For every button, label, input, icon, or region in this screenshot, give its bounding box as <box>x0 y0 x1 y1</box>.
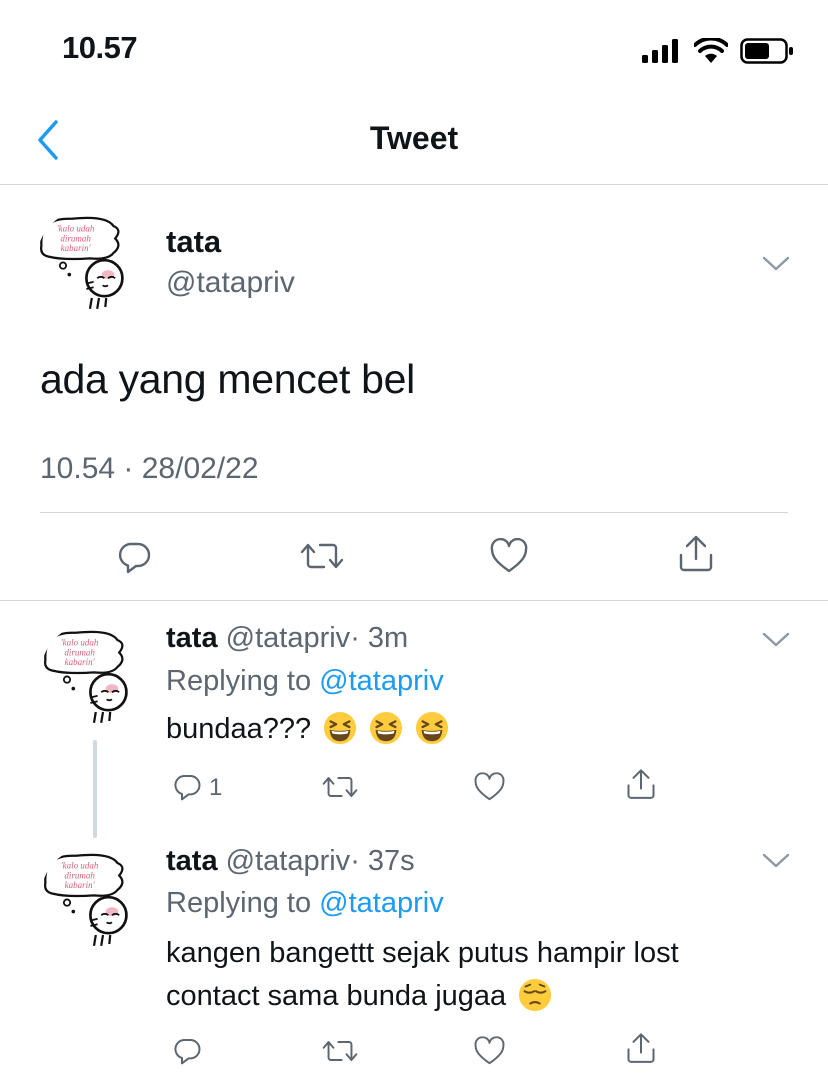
reply-icon[interactable] <box>172 770 202 802</box>
retweet-icon[interactable] <box>300 538 344 574</box>
avatar[interactable] <box>36 208 144 316</box>
reply-icon[interactable] <box>116 537 152 575</box>
chevron-down-icon[interactable] <box>762 632 790 648</box>
header-divider <box>0 184 828 185</box>
tweet-timestamp[interactable]: 10.54 · 28/02/22 <box>40 452 259 486</box>
grinning-squinting-face-icon <box>369 711 403 745</box>
avatar[interactable] <box>40 622 148 730</box>
replying-prefix: Replying to <box>166 665 320 697</box>
battery-icon <box>740 38 793 64</box>
reply-header[interactable]: tata @tatapriv· 3m <box>166 622 408 655</box>
reply-text: kangen bangettt sejak putus hampir lost … <box>166 932 679 1018</box>
replying-prefix: Replying to <box>166 887 320 919</box>
grinning-squinting-face-icon <box>323 711 357 745</box>
meta-divider <box>40 512 788 513</box>
replying-to-link[interactable]: @tatapriv <box>319 665 444 697</box>
author-handle[interactable]: @tatapriv <box>226 622 351 654</box>
like-icon[interactable] <box>490 538 528 574</box>
wifi-icon <box>694 38 728 63</box>
status-icons <box>642 38 794 64</box>
thread-line <box>93 740 97 838</box>
reply-text-content: bundaa??? <box>166 713 312 745</box>
reply-text-line: kangen bangettt sejak putus hampir lost <box>166 937 679 969</box>
like-icon[interactable] <box>474 772 505 802</box>
chevron-down-icon[interactable] <box>762 256 790 272</box>
status-time: 10.57 <box>62 30 138 65</box>
reply-icon[interactable] <box>172 1034 202 1066</box>
reply-text: bundaa??? <box>166 708 449 751</box>
signal-icon <box>642 39 678 63</box>
replying-to: Replying to @tatapriv <box>166 887 444 920</box>
reply-text-line: contact sama bunda jugaa <box>166 975 679 1018</box>
reply-time: · 37s <box>350 845 415 877</box>
reply-header[interactable]: tata @tatapriv· 37s <box>166 845 415 878</box>
retweet-icon[interactable] <box>322 1036 358 1066</box>
replying-to-link[interactable]: @tatapriv <box>319 887 444 919</box>
replying-to: Replying to @tatapriv <box>166 665 444 698</box>
like-icon[interactable] <box>474 1036 505 1066</box>
chevron-down-icon[interactable] <box>762 853 790 869</box>
share-icon[interactable] <box>626 1032 656 1065</box>
author-handle[interactable]: @tatapriv <box>226 845 351 877</box>
author-name[interactable]: tata <box>166 224 221 260</box>
reply-time: · 3m <box>350 622 409 654</box>
share-icon[interactable] <box>678 534 714 574</box>
pensive-face-icon <box>518 978 552 1012</box>
retweet-icon[interactable] <box>322 772 358 802</box>
share-icon[interactable] <box>626 768 656 801</box>
reply-text-content: contact sama bunda jugaa <box>166 980 507 1012</box>
author-handle[interactable]: @tatapriv <box>166 266 295 300</box>
reply-count: 1 <box>209 774 223 801</box>
author-name[interactable]: tata <box>166 845 218 877</box>
author-name[interactable]: tata <box>166 622 218 654</box>
page-title: Tweet <box>369 120 459 156</box>
avatar[interactable] <box>40 845 148 953</box>
grinning-squinting-face-icon <box>415 711 449 745</box>
tweet-text: ada yang mencet bel <box>40 356 415 402</box>
actions-divider <box>0 600 828 601</box>
